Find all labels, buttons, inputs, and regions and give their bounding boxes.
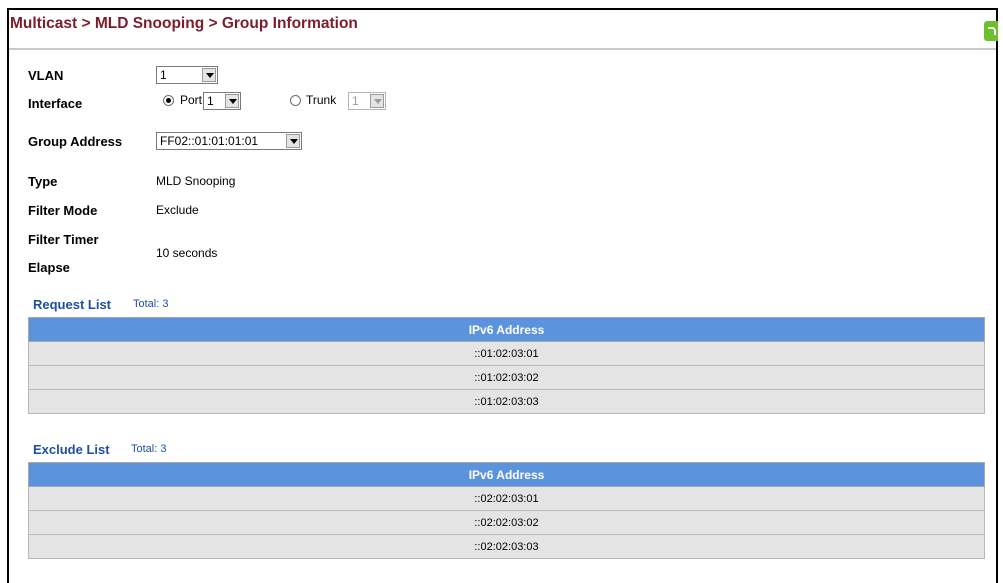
ipv6-address-cell: ::02:02:03:03 xyxy=(28,534,985,559)
filter-timer-value: 10 seconds xyxy=(156,246,218,260)
group-address-select[interactable]: FF02::01:01:01:01 xyxy=(156,132,302,150)
filter-timer-label-line2: Elapse xyxy=(28,260,70,275)
ipv6-address-column-header: IPv6 Address xyxy=(28,462,985,487)
vlan-select[interactable]: 1 xyxy=(156,66,218,84)
trunk-radio[interactable] xyxy=(290,95,301,106)
ipv6-address-column-header: IPv6 Address xyxy=(28,317,985,342)
chevron-down-icon xyxy=(286,134,300,148)
group-address-label: Group Address xyxy=(28,134,123,149)
ipv6-address-cell: ::01:02:03:02 xyxy=(28,365,985,390)
table-row: ::02:02:03:01 xyxy=(28,486,985,511)
port-select[interactable]: 1 xyxy=(203,92,241,110)
port-radio[interactable] xyxy=(163,95,174,106)
request-list-total: Total: 3 xyxy=(133,298,169,310)
port-label: Port xyxy=(180,93,203,107)
exclude-list-table: IPv6 Address ::02:02:03:01 ::02:02:03:02… xyxy=(28,462,985,559)
table-row: ::01:02:03:02 xyxy=(28,365,985,390)
trunk-label: Trunk xyxy=(306,93,337,107)
interface-label: Interface xyxy=(28,96,83,111)
chevron-down-icon xyxy=(370,94,384,108)
type-label: Type xyxy=(28,174,58,189)
table-row: ::01:02:03:01 xyxy=(28,341,985,366)
breadcrumb: Multicast > MLD Snooping > Group Informa… xyxy=(10,15,358,32)
port-select-value: 1 xyxy=(207,94,214,108)
vlan-label: VLAN xyxy=(28,68,64,83)
ipv6-address-cell: ::02:02:03:01 xyxy=(28,486,985,511)
table-row: ::02:02:03:02 xyxy=(28,510,985,535)
ipv6-address-cell: ::01:02:03:01 xyxy=(28,341,985,366)
exclude-list-total: Total: 3 xyxy=(131,443,167,455)
exclude-list-title: Exclude List xyxy=(33,442,110,457)
ipv6-address-cell: ::01:02:03:03 xyxy=(28,389,985,414)
table-row: ::01:02:03:03 xyxy=(28,389,985,414)
filter-mode-label: Filter Mode xyxy=(28,203,98,218)
chevron-down-icon xyxy=(225,94,239,108)
trunk-select-value: 1 xyxy=(352,94,359,108)
ipv6-address-cell: ::02:02:03:02 xyxy=(28,510,985,535)
help-icon[interactable] xyxy=(984,21,998,41)
request-list-table: IPv6 Address ::01:02:03:01 ::01:02:03:02… xyxy=(28,317,985,414)
filter-timer-label: Filter Timer xyxy=(28,232,99,247)
table-row: ::02:02:03:03 xyxy=(28,534,985,559)
chevron-down-icon xyxy=(202,68,216,82)
type-value: MLD Snooping xyxy=(156,174,236,188)
filter-mode-value: Exclude xyxy=(156,203,199,217)
trunk-select[interactable]: 1 xyxy=(348,92,386,110)
group-address-select-value: FF02::01:01:01:01 xyxy=(160,134,259,148)
vlan-select-value: 1 xyxy=(160,68,167,82)
request-list-title: Request List xyxy=(33,297,112,312)
